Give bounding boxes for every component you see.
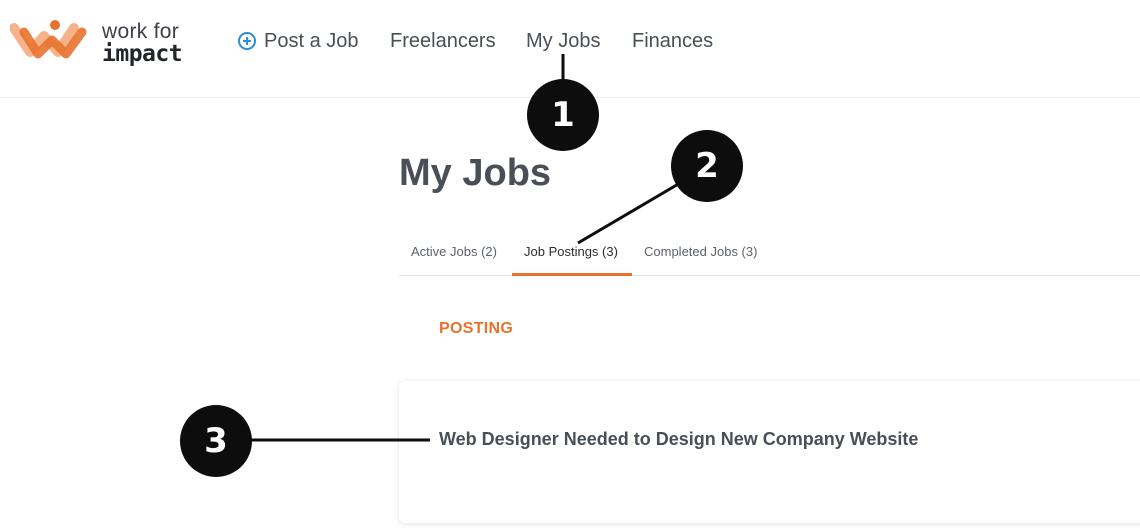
- annotation-line-2: [577, 181, 681, 245]
- page: work for impact Post a Job Freelancers M…: [0, 0, 1140, 530]
- annotation-callout-2: 2: [671, 130, 743, 202]
- annotation-callout-1: 1: [527, 79, 599, 151]
- annotation-callout-3: 3: [180, 405, 252, 477]
